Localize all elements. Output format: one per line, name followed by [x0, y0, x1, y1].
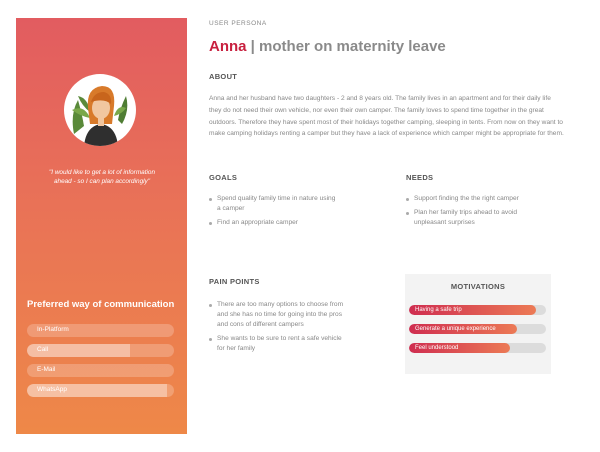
page-title: Anna | mother on maternity leave [209, 38, 446, 55]
about-text: Anna and her husband have two daughters … [209, 95, 564, 138]
goals-heading: GOALS [209, 173, 238, 182]
motivations-heading: MOTIVATIONS [450, 282, 506, 291]
persona-sidebar: "I would like to get a lot of informatio… [16, 18, 187, 434]
motivation-label: Feel understood [415, 344, 459, 351]
motivation-bar: Having a safe trip [409, 305, 546, 315]
channel-label: WhatsApp [37, 386, 67, 393]
page-overline: USER PERSONA [209, 20, 267, 27]
motivation-label: Generate a unique experience [415, 325, 496, 332]
list-item: There are too many options to choose fro… [209, 300, 349, 330]
list-item: Plan her family trips ahead to avoid unp… [406, 208, 551, 228]
channel-in-platform: In-Platform [27, 324, 174, 337]
pain-points-heading: PAIN POINTS [209, 277, 260, 286]
channel-whatsapp: WhatsApp [27, 384, 174, 397]
persona-quote: "I would like to get a lot of informatio… [49, 169, 155, 185]
about-heading: ABOUT [209, 72, 238, 81]
channel-label: In-Platform [37, 326, 69, 333]
motivations-panel: MOTIVATIONS Having a safe trip Generate … [405, 274, 551, 374]
goals-list: Spend quality family time in nature usin… [209, 194, 339, 232]
title-separator: | [246, 38, 260, 55]
channel-email: E-Mail [27, 364, 174, 377]
needs-heading: NEEDS [406, 173, 434, 182]
channel-label: Call [37, 346, 49, 353]
persona-avatar [64, 74, 136, 146]
channel-label: E-Mail [37, 366, 56, 373]
persona-name: Anna [209, 38, 247, 55]
motivation-label: Having a safe trip [415, 306, 462, 313]
list-item: Spend quality family time in nature usin… [209, 194, 339, 214]
channel-call: Call [27, 344, 174, 357]
persona-portrait-icon [72, 86, 128, 146]
needs-list: Support finding the the right camper Pla… [406, 194, 551, 232]
list-item: She wants to be sure to rent a safe vehi… [209, 334, 349, 354]
pain-points-list: There are too many options to choose fro… [209, 300, 349, 358]
motivation-bar: Generate a unique experience [409, 324, 546, 334]
list-item: Support finding the the right camper [406, 194, 551, 204]
motivation-bar: Feel understood [409, 343, 546, 353]
communication-title: Preferred way of communication [27, 299, 175, 310]
persona-role: mother on maternity leave [259, 38, 446, 55]
list-item: Find an appropriate camper [209, 218, 339, 228]
